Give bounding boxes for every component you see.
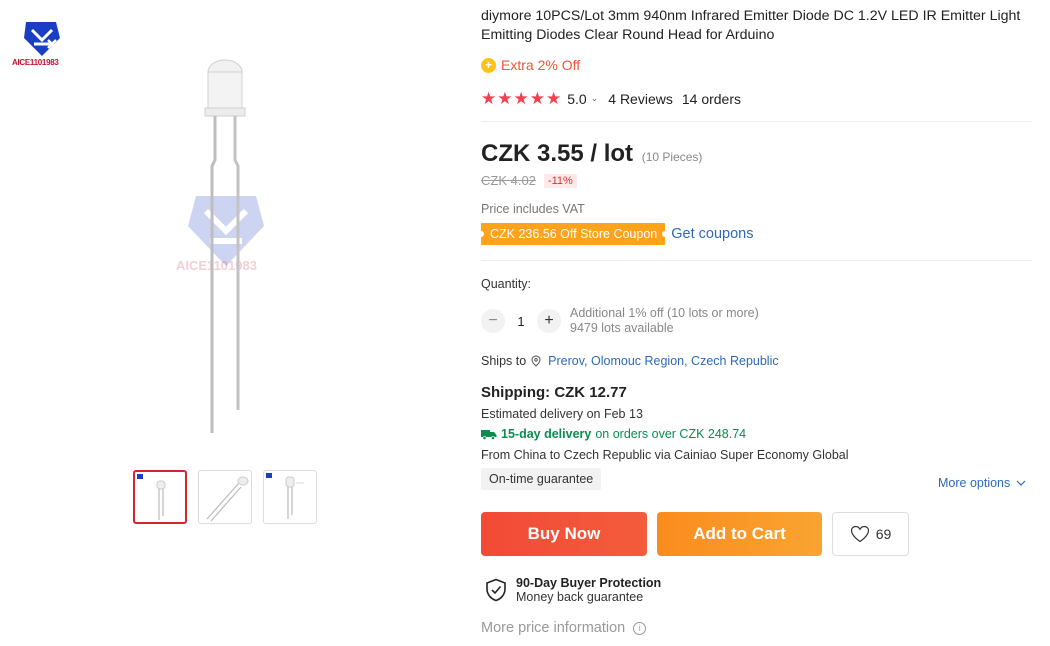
thumbnail-1[interactable] [133,470,187,524]
quantity-input[interactable]: 1 [505,314,537,329]
pieces-count: (10 Pieces) [641,150,703,164]
info-icon: i [633,621,647,635]
fast-delivery-condition: on orders over CZK 248.74 [595,427,747,441]
get-coupons-link[interactable]: Get coupons [671,226,753,242]
quantity-stepper: − 1 + Additional 1% off (10 lots or more… [481,306,759,336]
location-pin-icon [531,355,541,367]
ships-to: Ships to Prerov, Olomouc Region, Czech R… [481,354,779,368]
ships-to-location-link[interactable]: Prerov, Olomouc Region, Czech Republic [548,354,778,368]
store-coupon-badge[interactable]: CZK 236.56 Off Store Coupon [481,223,666,245]
more-price-information-label: More price information [481,620,626,636]
thumbnail-3[interactable] [263,470,317,524]
chevron-down-icon[interactable]: ⌄ [591,93,599,104]
on-time-guarantee-badge: On-time guarantee [481,468,602,490]
buyer-protection: 90-Day Buyer Protection Money back guara… [485,576,661,604]
coupon-row: CZK 236.56 Off Store Coupon Get coupons [481,223,753,245]
add-to-cart-button[interactable]: Add to Cart [657,512,822,556]
more-shipping-options[interactable]: More options [938,476,1026,490]
thumbnail-3-image [266,473,304,519]
extra-discount-label: Extra 2% Off [501,57,581,73]
buy-now-button[interactable]: Buy Now [481,512,647,556]
current-price: CZK 3.55 / lot [481,140,634,167]
buyer-protection-text: 90-Day Buyer Protection Money back guara… [516,576,661,604]
decrease-quantity-button[interactable]: − [481,309,505,333]
fast-delivery: 15-day delivery on orders over CZK 248.7… [481,427,746,441]
reviews-link[interactable]: 4 Reviews [608,91,673,107]
vat-note: Price includes VAT [481,202,585,216]
rating-row: ★ ★ ★ ★ ★ 5.0 ⌄ 4 Reviews 14 orders [481,90,741,107]
stock-available: 9479 lots available [570,321,674,335]
original-price: CZK 4.02 [481,173,536,188]
fast-delivery-title: 15-day delivery [501,427,592,441]
shield-check-icon [486,578,506,602]
star-icon: ★ [546,89,562,108]
product-main-image[interactable] [160,50,300,450]
old-price-row: CZK 4.02 -11% [481,173,577,188]
thumbnail-strip [133,470,317,524]
brand-logo: AICE1101983 [12,18,72,70]
more-price-information[interactable]: More price information i [481,620,647,636]
quantity-info: Additional 1% off (10 lots or more) 9479… [570,306,759,336]
discount-badge: -11% [543,173,577,188]
buyer-protection-title: 90-Day Buyer Protection [516,576,662,590]
chevron-down-icon [1016,480,1026,486]
star-icon: ★ [513,89,529,108]
brand-logo-icon [24,22,60,56]
estimated-delivery: Estimated delivery on Feb 13 [481,407,643,421]
action-buttons: Buy Now Add to Cart 69 [481,512,909,556]
wishlist-count: 69 [875,526,892,542]
rating-score[interactable]: 5.0 [567,91,586,107]
star-icon: ★ [529,89,545,108]
thumbnail-1-image [137,474,166,520]
ships-to-label: Ships to [481,354,527,368]
divider [481,121,1032,122]
star-rating: ★ ★ ★ ★ ★ [481,90,561,107]
buyer-protection-subtitle: Money back guarantee [516,590,644,604]
increase-quantity-button[interactable]: + [537,309,561,333]
star-icon: ★ [497,89,513,108]
orders-count: 14 orders [681,90,742,107]
thumbnail-2-image [206,476,249,522]
more-options-label: More options [938,476,1011,490]
extra-discount: + Extra 2% Off [481,57,580,73]
shipping-cost: Shipping: CZK 12.77 [481,384,627,401]
price: CZK 3.55 / lot (10 Pieces) [481,140,702,168]
brand-logo-text: AICE1101983 [12,58,59,67]
divider [481,260,1032,261]
thumbnail-2[interactable] [198,470,252,524]
coin-icon: + [481,57,496,73]
quantity-label: Quantity: [481,277,532,291]
heart-icon [850,525,869,543]
star-icon: ★ [481,89,497,108]
product-title: diymore 10PCS/Lot 3mm 940nm Infrared Emi… [481,8,1021,43]
bulk-discount-note: Additional 1% off (10 lots or more) [570,306,759,320]
wishlist-button[interactable]: 69 [832,512,909,556]
delivery-truck-icon [481,429,497,440]
shipping-route: From China to Czech Republic via Cainiao… [481,448,849,462]
